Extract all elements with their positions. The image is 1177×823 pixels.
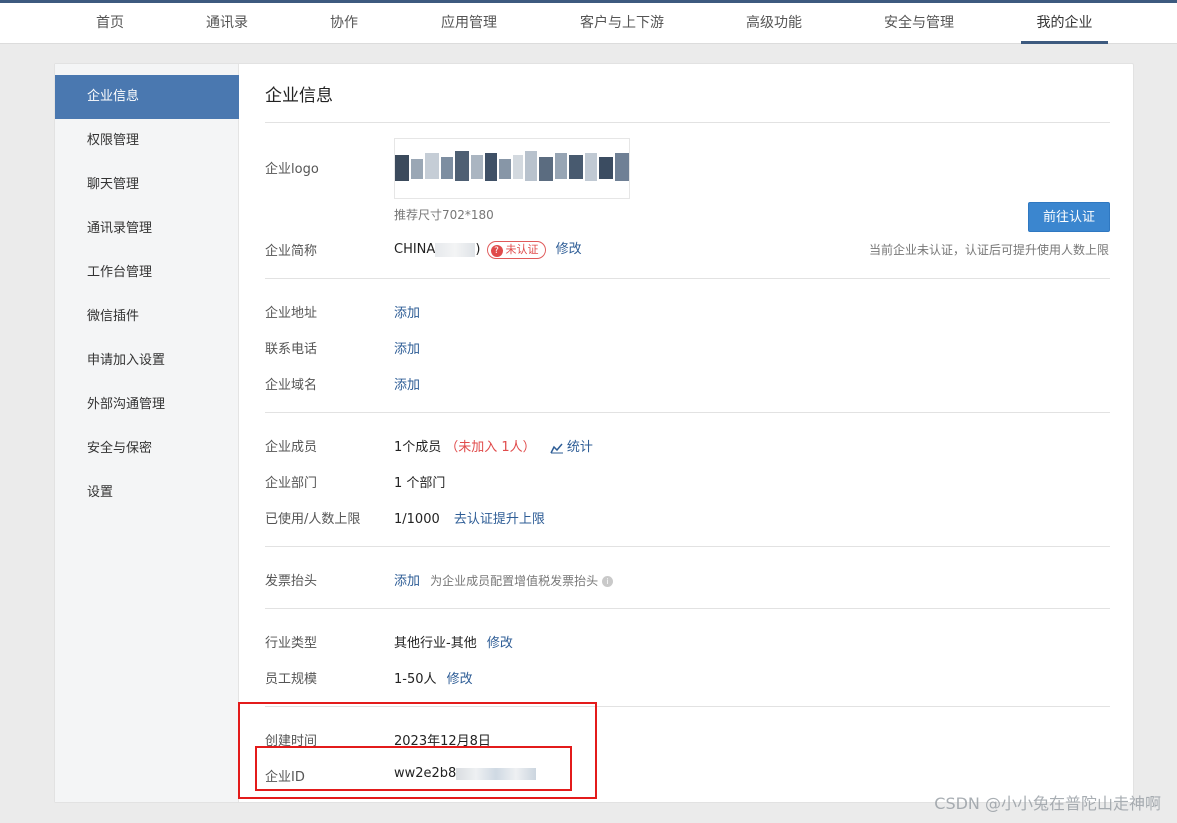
logo-size-hint: 推荐尺寸702*180	[394, 208, 494, 222]
top-navigation: 首页 通讯录 协作 应用管理 客户与上下游 高级功能 安全与管理 我的企业	[0, 0, 1177, 44]
usage-value: 1/1000	[394, 512, 440, 527]
add-address-link[interactable]: 添加	[394, 302, 420, 321]
highlight-box-inner	[255, 746, 572, 791]
add-domain-link[interactable]: 添加	[394, 374, 420, 393]
sidebar-item-settings[interactable]: 设置	[55, 471, 239, 515]
info-icon[interactable]: i	[602, 576, 614, 587]
sidebar-item-permissions[interactable]: 权限管理	[55, 119, 239, 163]
tab-home[interactable]: 首页	[86, 3, 134, 43]
short-name-suffix: )	[475, 242, 481, 257]
short-name-value: CHINA	[394, 242, 436, 257]
page-title: 企业信息	[265, 86, 333, 106]
edit-scale-link[interactable]: 修改	[447, 672, 473, 687]
go-verify-button[interactable]: 前往认证	[1028, 202, 1110, 232]
tab-customers[interactable]: 客户与上下游	[572, 3, 672, 43]
sidebar-item-join-settings[interactable]: 申请加入设置	[55, 339, 239, 383]
divider	[265, 546, 1110, 547]
sidebar-item-contacts[interactable]: 通讯录管理	[55, 207, 239, 251]
content-area: 企业信息 企业logo 推荐尺寸702*180 企业简称 CHINA) ? 未…	[240, 64, 1133, 802]
edit-industry-link[interactable]: 修改	[487, 636, 513, 651]
short-name-label: 企业简称	[265, 244, 318, 259]
sidebar-item-enterprise-info[interactable]: 企业信息	[55, 75, 239, 119]
usage-row: 1/1000 去认证提升上限	[394, 508, 545, 527]
divider	[265, 278, 1110, 279]
edit-short-name-link[interactable]: 修改	[556, 242, 582, 257]
invoice-label: 发票抬头	[265, 574, 318, 589]
logo-label: 企业logo	[265, 162, 319, 177]
scale-value: 1-50人	[394, 672, 437, 687]
invoice-row: 添加 为企业成员配置增值税发票抬头 i	[394, 570, 614, 589]
members-pending: （未加入 1人）	[445, 440, 536, 455]
tab-my-enterprise[interactable]: 我的企业	[1021, 3, 1108, 44]
departments-label: 企业部门	[265, 476, 318, 491]
redacted-mosaic	[435, 242, 476, 257]
tab-app-management[interactable]: 应用管理	[435, 3, 503, 43]
unverified-badge: ? 未认证	[486, 240, 546, 259]
members-label: 企业成员	[265, 440, 318, 455]
address-label: 企业地址	[265, 306, 318, 321]
short-name-row: CHINA) ? 未认证 修改	[394, 238, 582, 259]
sidebar-item-security[interactable]: 安全与保密	[55, 427, 239, 471]
watermark: CSDN @小小兔在普陀山走神啊	[934, 794, 1161, 813]
industry-label: 行业类型	[265, 636, 318, 651]
raise-limit-link[interactable]: 去认证提升上限	[454, 512, 545, 527]
members-row: 1个成员 （未加入 1人） 统计	[394, 436, 593, 455]
sidebar-item-external[interactable]: 外部沟通管理	[55, 383, 239, 427]
phone-label: 联系电话	[265, 342, 318, 357]
question-icon: ?	[490, 244, 503, 257]
add-invoice-link[interactable]: 添加	[394, 574, 420, 589]
tab-advanced[interactable]: 高级功能	[739, 3, 809, 43]
divider	[265, 412, 1110, 413]
industry-value: 其他行业-其他	[394, 636, 477, 651]
departments-value: 1 个部门	[394, 476, 446, 491]
tab-security[interactable]: 安全与管理	[877, 3, 961, 43]
divider	[265, 122, 1110, 123]
domain-label: 企业域名	[265, 378, 318, 393]
tab-contacts[interactable]: 通讯录	[199, 3, 255, 43]
sidebar-item-wechat-plugin[interactable]: 微信插件	[55, 295, 239, 339]
industry-row: 其他行业-其他 修改	[394, 632, 513, 651]
tab-collaboration[interactable]: 协作	[322, 3, 366, 43]
main-panel: 企业信息 权限管理 聊天管理 通讯录管理 工作台管理 微信插件 申请加入设置 外…	[54, 63, 1134, 803]
members-count: 1个成员	[394, 440, 442, 455]
stats-link[interactable]: 统计	[567, 440, 593, 455]
sidebar-item-chat[interactable]: 聊天管理	[55, 163, 239, 207]
scale-label: 员工规模	[265, 672, 318, 687]
verify-note: 当前企业未认证，认证后可提升使用人数上限	[868, 243, 1109, 257]
invoice-hint: 为企业成员配置增值税发票抬头	[430, 574, 599, 588]
usage-label: 已使用/人数上限	[265, 512, 361, 527]
divider	[265, 608, 1110, 609]
enterprise-logo-image[interactable]	[394, 138, 630, 199]
unverified-badge-label: 未认证	[505, 242, 539, 256]
sidebar-item-workbench[interactable]: 工作台管理	[55, 251, 239, 295]
scale-row: 1-50人 修改	[394, 668, 473, 687]
stats-icon	[550, 443, 563, 453]
sidebar: 企业信息 权限管理 聊天管理 通讯录管理 工作台管理 微信插件 申请加入设置 外…	[55, 64, 239, 802]
add-phone-link[interactable]: 添加	[394, 338, 420, 357]
